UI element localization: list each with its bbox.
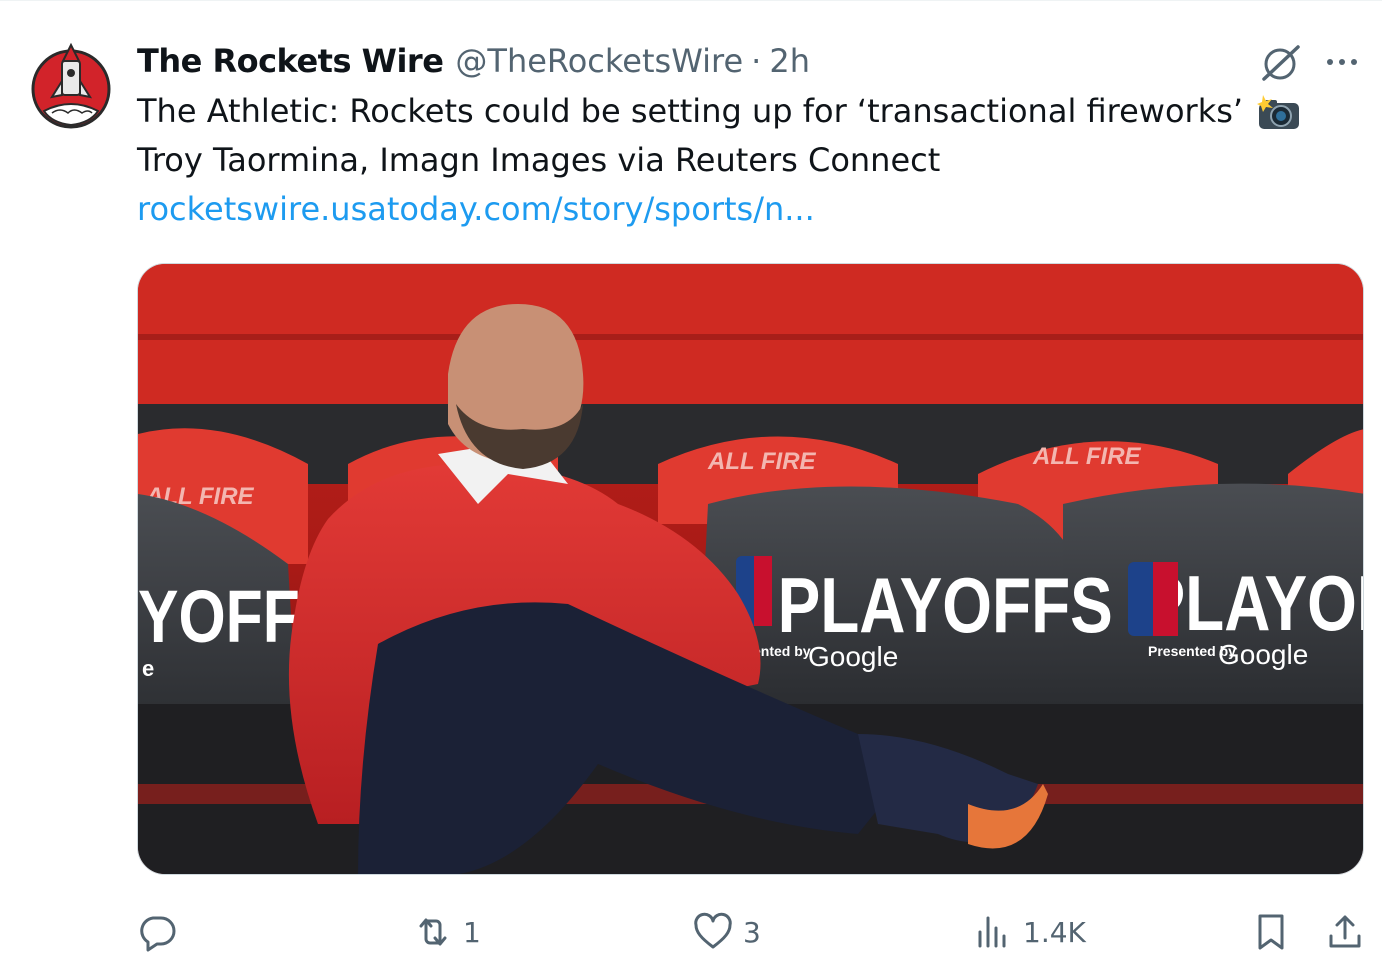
rocket-logo-icon [31,42,111,129]
post-text-line-1: The Athletic: Rockets could be setting u… [137,89,1301,133]
like-button[interactable]: 3 [693,906,761,958]
seat-text-right: ALL FIRE [1032,443,1142,470]
share-icon [1329,915,1361,948]
author-handle[interactable]: @TheRocketsWire [455,42,743,80]
more-horizontal-icon [1327,59,1357,65]
like-count: 3 [743,915,761,949]
views-count: 1.4K [1023,915,1086,949]
sponsor-partial-center: ented by [753,643,811,659]
grok-button[interactable] [1258,41,1304,85]
article-link[interactable]: rocketswire.usatoday.com/story/sports/n.… [137,187,815,231]
reply-icon [140,916,176,952]
share-button[interactable] [1325,906,1365,958]
post-action-bar: 1 3 1.4K [137,906,1367,958]
views-icon [978,916,1006,948]
repost-icon [419,918,447,946]
camera-flash-emoji-icon [1257,95,1301,131]
bookmark-icon [1258,914,1284,950]
chair-letter-e: e [142,656,154,681]
post-time[interactable]: 2h [769,42,810,80]
post-text-line-2: Troy Taormina, Imagn Images via Reuters … [137,141,941,179]
bookmark-button[interactable] [1251,906,1291,958]
heart-icon [694,912,732,949]
author-avatar[interactable] [30,41,112,131]
seat-text-center: ALL FIRE [707,448,817,475]
views-button[interactable]: 1.4K [973,906,1086,958]
post-header: The Rockets Wire @TheRocketsWire · 2h [137,39,810,83]
post-headline: The Athletic: Rockets could be setting u… [137,92,1244,130]
separator-dot: · [751,42,762,80]
more-options-button[interactable] [1318,41,1366,85]
post-image[interactable]: ALL FIRE ALL FIRE ALL FIRE YOFFS e PLAYO… [137,263,1364,875]
sponsor-brand-center: Google [808,641,898,672]
author-display-name[interactable]: The Rockets Wire [137,42,444,80]
courtside-photo: ALL FIRE ALL FIRE ALL FIRE YOFFS e PLAYO… [138,264,1363,874]
tweet-card[interactable]: The Rockets Wire @TheRocketsWire · 2h Th… [0,0,1382,976]
grok-icon [1262,45,1300,81]
chair-text-center: PLAYOFFS [778,562,1113,649]
repost-count: 1 [463,915,481,949]
repost-button[interactable]: 1 [413,906,481,958]
reply-button[interactable] [137,906,187,958]
sponsor-brand-right: Google [1218,639,1308,670]
